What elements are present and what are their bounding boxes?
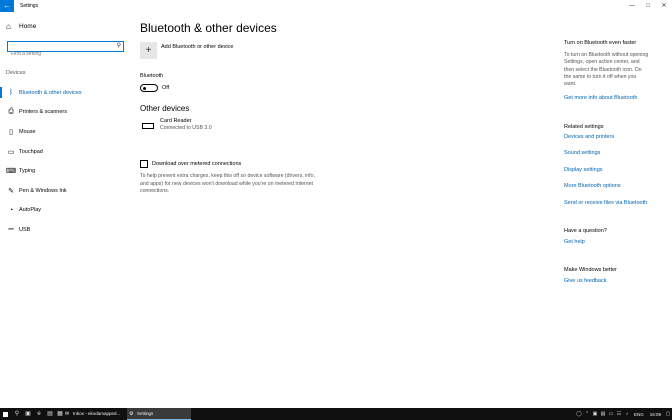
sidebar-item-mouse[interactable]: ▯ Mouse xyxy=(0,122,130,142)
related-settings-title: Related settings xyxy=(564,124,604,130)
edge-icon[interactable]: e xyxy=(34,408,44,420)
nav-list: ᛒ Bluetooth & other devices ⎙ Printers &… xyxy=(0,83,130,240)
metered-label[interactable]: Download over metered connections xyxy=(152,161,241,167)
plus-icon: + xyxy=(140,42,157,59)
bluetooth-state: Off xyxy=(162,85,170,91)
more-bluetooth-options-link[interactable]: More Bluetooth options xyxy=(564,183,621,189)
usb-icon: ⎓ xyxy=(8,225,14,233)
bluetooth-toggle[interactable] xyxy=(140,84,158,92)
add-device-button[interactable]: + Add Bluetooth or other device xyxy=(140,42,233,59)
bluetooth-toggle-row: Off xyxy=(140,84,169,92)
maximize-button[interactable]: □ xyxy=(640,0,656,12)
tray-app-icon[interactable]: ▣ xyxy=(591,411,599,417)
sound-settings-link[interactable]: Sound settings xyxy=(564,150,600,156)
page-title: Bluetooth & other devices xyxy=(140,21,277,35)
toggle-knob xyxy=(143,86,146,90)
sidebar-item-touchpad[interactable]: ▭ Touchpad xyxy=(0,142,130,162)
sidebar-item-label: Mouse xyxy=(19,128,36,135)
taskbar-app-settings[interactable]: ⚙ Settings xyxy=(127,408,191,420)
window-controls: — □ ✕ xyxy=(624,0,672,12)
sidebar-item-usb[interactable]: ⎓ USB xyxy=(0,220,130,240)
sidebar-item-label: USB xyxy=(19,226,31,233)
sidebar-item-autoplay[interactable]: ◔ AutoPlay xyxy=(0,201,130,221)
search-icon[interactable]: ⚲ xyxy=(117,42,121,51)
feedback-link[interactable]: Give us feedback xyxy=(564,278,607,284)
search-input[interactable] xyxy=(8,49,108,59)
search-box[interactable]: ⚲ xyxy=(7,41,124,59)
windows-logo-icon xyxy=(2,411,8,417)
device-card-reader[interactable]: Card Reader Connected to USB 3.0 xyxy=(142,118,212,132)
bluetooth-info-link[interactable]: Get more info about Bluetooth xyxy=(564,95,637,101)
metered-description: To help prevent extra charges, keep this… xyxy=(140,173,315,194)
taskbar: ⚲ ▣ e ▤ ▦ ✉ Inbox - ekodamapped... ⚙ Set… xyxy=(0,408,672,420)
home-link[interactable]: ⌂ Home xyxy=(6,22,36,31)
taskbar-app-label: Inbox - ekodamapped... xyxy=(73,411,121,416)
question-title: Have a question? xyxy=(564,228,607,234)
faster-title: Turn on Bluetooth even faster xyxy=(564,40,637,46)
tray-volume-icon[interactable]: ♪ xyxy=(623,411,631,417)
minimize-button[interactable]: — xyxy=(624,0,640,12)
keyboard-icon: ⌨ xyxy=(6,168,17,176)
send-receive-files-link[interactable]: Send or receive files via Bluetooth xyxy=(564,200,647,206)
search-taskbar-icon[interactable]: ⚲ xyxy=(12,408,22,420)
window-title: Settings xyxy=(20,3,39,9)
sidebar: ⌂ Home ⚲ Devices ᛒ Bluetooth & other dev… xyxy=(0,12,130,408)
home-icon: ⌂ xyxy=(6,22,11,31)
close-button[interactable]: ✕ xyxy=(656,0,672,12)
tray-battery-icon[interactable]: ▭ xyxy=(607,411,615,417)
file-explorer-icon[interactable]: ▤ xyxy=(45,408,55,420)
bluetooth-icon: ᛒ xyxy=(8,89,14,97)
tray-language[interactable]: ENG xyxy=(634,412,644,417)
printer-icon: ⎙ xyxy=(8,108,14,116)
sidebar-item-printers[interactable]: ⎙ Printers & scanners xyxy=(0,103,130,123)
settings-gear-icon: ⚙ xyxy=(129,411,134,417)
task-view-icon[interactable]: ▣ xyxy=(23,408,33,420)
back-arrow-icon[interactable]: ← xyxy=(0,0,14,12)
pen-icon: ✎ xyxy=(8,187,14,195)
add-device-label: Add Bluetooth or other device xyxy=(161,43,234,50)
title-bar: ← Settings — □ ✕ xyxy=(0,0,672,12)
sidebar-item-label: Touchpad xyxy=(19,148,43,155)
devices-printers-link[interactable]: Devices and printers xyxy=(564,134,614,140)
home-label: Home xyxy=(19,23,37,30)
sidebar-item-label: AutoPlay xyxy=(19,207,42,214)
sidebar-item-bluetooth[interactable]: ᛒ Bluetooth & other devices xyxy=(0,83,130,103)
autoplay-icon: ◔ xyxy=(8,206,14,214)
sidebar-item-label: Printers & scanners xyxy=(19,109,67,116)
metered-option: Download over metered connections xyxy=(140,160,241,168)
sidebar-item-typing[interactable]: ⌨ Typing xyxy=(0,161,130,181)
device-status: Connected to USB 3.0 xyxy=(160,125,212,131)
sidebar-item-label: Bluetooth & other devices xyxy=(19,89,82,96)
taskbar-app-label: Settings xyxy=(137,411,154,416)
mouse-icon: ▯ xyxy=(9,128,13,136)
device-name: Card Reader xyxy=(160,118,192,124)
sidebar-item-label: Pen & Windows Ink xyxy=(19,187,67,194)
touchpad-icon: ▭ xyxy=(7,148,15,156)
nav-group-label: Devices xyxy=(6,70,26,76)
tray-clock[interactable]: 16:09 xyxy=(650,412,661,417)
tray-security-icon[interactable]: ▤ xyxy=(599,411,607,417)
system-tray: ◯ ⌃ ▣ ▤ ▭ ☷ ♪ ENG 16:09 ▢ xyxy=(575,408,672,420)
bluetooth-label: Bluetooth xyxy=(140,73,164,79)
tray-people-icon[interactable]: ◯ xyxy=(575,411,583,417)
action-center-icon[interactable]: ▢ xyxy=(664,411,672,417)
faster-text: To turn on Bluetooth without opening Set… xyxy=(564,52,649,88)
tray-network-icon[interactable]: ☷ xyxy=(615,411,623,417)
get-help-link[interactable]: Get help xyxy=(564,239,585,245)
taskbar-app-inbox[interactable]: ✉ Inbox - ekodamapped... xyxy=(63,408,125,420)
card-reader-icon xyxy=(142,123,154,129)
display-settings-link[interactable]: Display settings xyxy=(564,167,603,173)
make-better-title: Make Windows better xyxy=(564,267,617,273)
tray-chevron-icon[interactable]: ⌃ xyxy=(583,411,591,417)
sidebar-item-label: Typing xyxy=(19,168,36,175)
mail-app-icon: ✉ xyxy=(65,411,70,417)
other-devices-title: Other devices xyxy=(140,104,190,113)
start-button[interactable] xyxy=(0,408,10,420)
sidebar-item-pen[interactable]: ✎ Pen & Windows Ink xyxy=(0,181,130,201)
metered-checkbox[interactable] xyxy=(140,160,148,168)
